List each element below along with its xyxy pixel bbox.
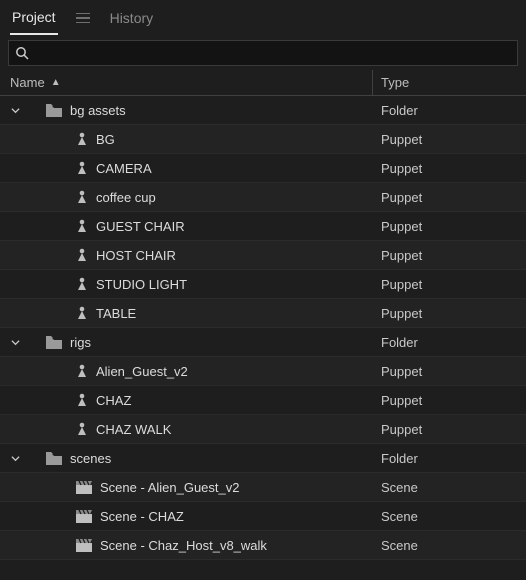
tree-item-type: Scene: [373, 509, 526, 524]
tree-item-label: GUEST CHAIR: [96, 219, 185, 234]
chevron-down-icon[interactable]: [10, 106, 20, 115]
tree-item-type: Puppet: [373, 190, 526, 205]
tree-item-host-chair[interactable]: HOST CHAIR Puppet: [0, 241, 526, 270]
tree-item-label: Alien_Guest_v2: [96, 364, 188, 379]
tree-item-type: Puppet: [373, 364, 526, 379]
puppet-icon: [76, 161, 88, 175]
puppet-icon: [76, 393, 88, 407]
tree-item-coffee-cup[interactable]: coffee cup Puppet: [0, 183, 526, 212]
tree-item-guest-chair[interactable]: GUEST CHAIR Puppet: [0, 212, 526, 241]
tree-item-label: CHAZ WALK: [96, 422, 171, 437]
search-field[interactable]: [8, 40, 518, 66]
column-type[interactable]: Type: [373, 75, 526, 90]
tree-item-type: Puppet: [373, 132, 526, 147]
puppet-icon: [76, 219, 88, 233]
tree-item-alien-guest[interactable]: Alien_Guest_v2 Puppet: [0, 357, 526, 386]
tree-item-type: Puppet: [373, 219, 526, 234]
tree-item-type: Scene: [373, 538, 526, 553]
puppet-icon: [76, 277, 88, 291]
tree-item-label: TABLE: [96, 306, 136, 321]
tree-item-label: HOST CHAIR: [96, 248, 176, 263]
tree-item-bg[interactable]: BG Puppet: [0, 125, 526, 154]
scene-icon: [76, 510, 92, 523]
tree-item-type: Puppet: [373, 277, 526, 292]
tree-item-label: Scene - Alien_Guest_v2: [100, 480, 239, 495]
tab-project[interactable]: Project: [10, 5, 58, 35]
project-tree: bg assets Folder BG Puppet CAMERA Puppet…: [0, 96, 526, 560]
chevron-down-icon[interactable]: [10, 454, 20, 463]
sort-ascending-icon: ▲: [51, 77, 61, 88]
tree-item-type: Puppet: [373, 248, 526, 263]
tree-item-scene-chaz[interactable]: Scene - CHAZ Scene: [0, 502, 526, 531]
search-icon: [15, 46, 29, 60]
panel-menu-icon[interactable]: [76, 11, 90, 30]
tree-item-label: coffee cup: [96, 190, 156, 205]
tree-item-type: Puppet: [373, 161, 526, 176]
scene-icon: [76, 539, 92, 552]
tree-item-label: CAMERA: [96, 161, 152, 176]
tree-item-label: Scene - CHAZ: [100, 509, 184, 524]
tree-item-chaz-walk[interactable]: CHAZ WALK Puppet: [0, 415, 526, 444]
tree-folder-rigs[interactable]: rigs Folder: [0, 328, 526, 357]
tree-folder-scenes[interactable]: scenes Folder: [0, 444, 526, 473]
puppet-icon: [76, 190, 88, 204]
tree-item-type: Puppet: [373, 393, 526, 408]
puppet-icon: [76, 132, 88, 146]
panel-tabs: Project History: [0, 0, 526, 34]
tree-item-scene-alien[interactable]: Scene - Alien_Guest_v2 Scene: [0, 473, 526, 502]
tree-item-camera[interactable]: CAMERA Puppet: [0, 154, 526, 183]
tree-item-scene-chaz-walk[interactable]: Scene - Chaz_Host_v8_walk Scene: [0, 531, 526, 560]
tree-item-label: bg assets: [70, 103, 126, 118]
puppet-icon: [76, 248, 88, 262]
folder-icon: [46, 104, 62, 117]
search-input[interactable]: [29, 46, 511, 61]
search-container: [0, 34, 526, 70]
tree-item-type: Scene: [373, 480, 526, 495]
tree-item-label: Scene - Chaz_Host_v8_walk: [100, 538, 267, 553]
tree-item-type: Puppet: [373, 306, 526, 321]
tree-item-label: rigs: [70, 335, 91, 350]
folder-icon: [46, 336, 62, 349]
puppet-icon: [76, 422, 88, 436]
scene-icon: [76, 481, 92, 494]
tree-item-type: Puppet: [373, 422, 526, 437]
tree-folder-bg-assets[interactable]: bg assets Folder: [0, 96, 526, 125]
tree-item-label: STUDIO LIGHT: [96, 277, 187, 292]
tree-item-type: Folder: [373, 103, 526, 118]
chevron-down-icon[interactable]: [10, 338, 20, 347]
tree-item-type: Folder: [373, 335, 526, 350]
tree-item-label: BG: [96, 132, 115, 147]
tree-item-table[interactable]: TABLE Puppet: [0, 299, 526, 328]
tree-item-label: scenes: [70, 451, 111, 466]
puppet-icon: [76, 364, 88, 378]
tree-item-chaz[interactable]: CHAZ Puppet: [0, 386, 526, 415]
column-name-label: Name: [10, 75, 45, 90]
column-name[interactable]: Name ▲: [10, 70, 373, 95]
puppet-icon: [76, 306, 88, 320]
tab-history[interactable]: History: [108, 6, 156, 34]
tree-item-studio-light[interactable]: STUDIO LIGHT Puppet: [0, 270, 526, 299]
tree-item-type: Folder: [373, 451, 526, 466]
column-header: Name ▲ Type: [0, 70, 526, 96]
folder-icon: [46, 452, 62, 465]
tree-item-label: CHAZ: [96, 393, 131, 408]
